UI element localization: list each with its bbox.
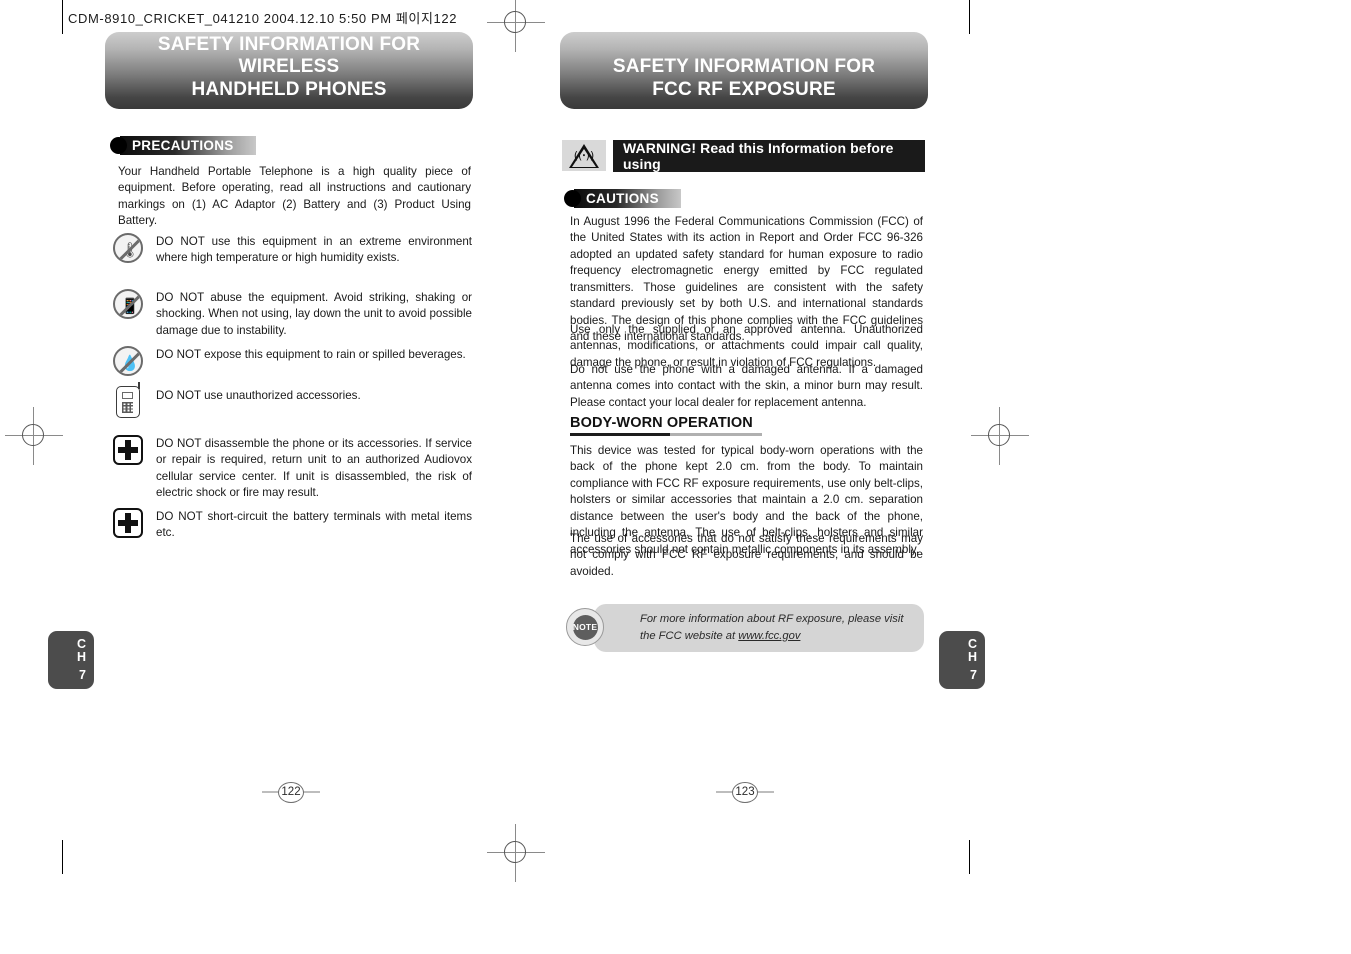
subheading-rule: [570, 433, 762, 436]
warning-bar-label: WARNING! Read this Information before us…: [613, 140, 925, 172]
precaution-item-text: DO NOT use unauthorized accessories.: [156, 389, 361, 402]
rf-warning-triangle-icon: ((ꞏ)): [562, 140, 606, 171]
no-impact-icon: 📱: [112, 288, 144, 320]
body-worn-subheading-text: BODY-WORN OPERATION: [570, 415, 753, 431]
no-disassemble-icon: [112, 434, 144, 466]
precaution-item: DO NOT short-circuit the battery termina…: [112, 507, 472, 542]
precautions-intro-paragraph: Your Handheld Portable Telephone is a hi…: [118, 165, 471, 228]
registration-mark-bottom: [487, 824, 545, 882]
body-worn-paragraph: The use of accessories that do not satis…: [570, 532, 923, 578]
precaution-item-text: DO NOT disassemble the phone or its acce…: [156, 437, 472, 500]
trim-line-left-outer: [62, 0, 63, 34]
left-page-title-banner: SAFETY INFORMATION FOR WIRELESS HANDHELD…: [105, 32, 473, 109]
chapter-tab-letters: C H: [967, 637, 977, 665]
right-page-title: SAFETY INFORMATION FOR FCC RF EXPOSURE: [612, 56, 876, 100]
chapter-tab-letters: C H: [76, 637, 86, 665]
note-box: NOTE For more information about RF expos…: [566, 604, 924, 652]
chapter-tab-number: 7: [970, 667, 977, 682]
folio-wing-right: [302, 791, 320, 793]
precaution-item: 📱 DO NOT abuse the equipment. Avoid stri…: [112, 288, 472, 339]
folio-wing-right: [756, 791, 774, 793]
note-icon-label: NOTE: [572, 614, 598, 640]
precaution-item: 💧 DO NOT expose this equipment to rain o…: [112, 345, 472, 377]
badge-dot-icon: [564, 190, 581, 207]
chapter-tab-right: C H 7: [939, 631, 985, 689]
cautions-badge-label: CAUTIONS: [574, 189, 681, 208]
badge-dot-icon: [110, 137, 127, 154]
note-text: For more information about RF exposure, …: [594, 611, 924, 645]
folio-left: 122: [261, 779, 321, 805]
precaution-item-text: DO NOT short-circuit the battery termina…: [156, 510, 472, 540]
print-header-text: CDM-8910_CRICKET_041210 2004.12.10 5:50 …: [68, 11, 458, 26]
left-page-title: SAFETY INFORMATION FOR WIRELESS HANDHELD…: [157, 33, 421, 100]
right-page-title-banner: SAFETY INFORMATION FOR FCC RF EXPOSURE: [560, 32, 928, 109]
cautions-badge: CAUTIONS: [564, 189, 681, 208]
no-water-icon: 💧: [112, 345, 144, 377]
warning-bar: ((ꞏ)) WARNING! Read this Information bef…: [562, 140, 925, 172]
note-icon: NOTE: [566, 608, 604, 646]
chapter-tab-left: C H 7: [48, 631, 94, 689]
folio-right: 123: [715, 779, 775, 805]
chapter-tab-number: 7: [79, 667, 86, 682]
registration-mark-left: [5, 407, 63, 465]
folio-number: 122: [278, 781, 304, 803]
precaution-item: DO NOT disassemble the phone or its acce…: [112, 434, 472, 502]
precaution-item: DO NOT use unauthorized accessories.: [112, 382, 472, 418]
trim-line-right-lower: [969, 840, 970, 874]
precaution-item-text: DO NOT use this equipment in an extreme …: [156, 235, 472, 265]
body-worn-subheading: BODY-WORN OPERATION: [570, 415, 762, 436]
fcc-website-link[interactable]: www.fcc.gov: [738, 630, 800, 642]
precaution-item: 🌡 DO NOT use this equipment in an extrem…: [112, 232, 472, 267]
trim-line-left-lower: [62, 840, 63, 874]
no-short-circuit-icon: [112, 507, 144, 539]
registration-mark-top: [487, 0, 545, 52]
precautions-badge-label: PRECAUTIONS: [120, 136, 256, 155]
precaution-item-text: DO NOT expose this equipment to rain or …: [156, 348, 466, 361]
precautions-badge: PRECAUTIONS: [110, 136, 256, 155]
fcc-paragraph: Do not use the phone with a damaged ante…: [570, 363, 923, 409]
folio-number: 123: [732, 781, 758, 803]
trim-line-right-outer: [969, 0, 970, 34]
no-heat-humidity-icon: 🌡: [112, 232, 144, 264]
precaution-item-text: DO NOT abuse the equipment. Avoid striki…: [156, 291, 472, 337]
phone-accessory-icon: [112, 382, 144, 418]
registration-mark-right: [971, 407, 1029, 465]
